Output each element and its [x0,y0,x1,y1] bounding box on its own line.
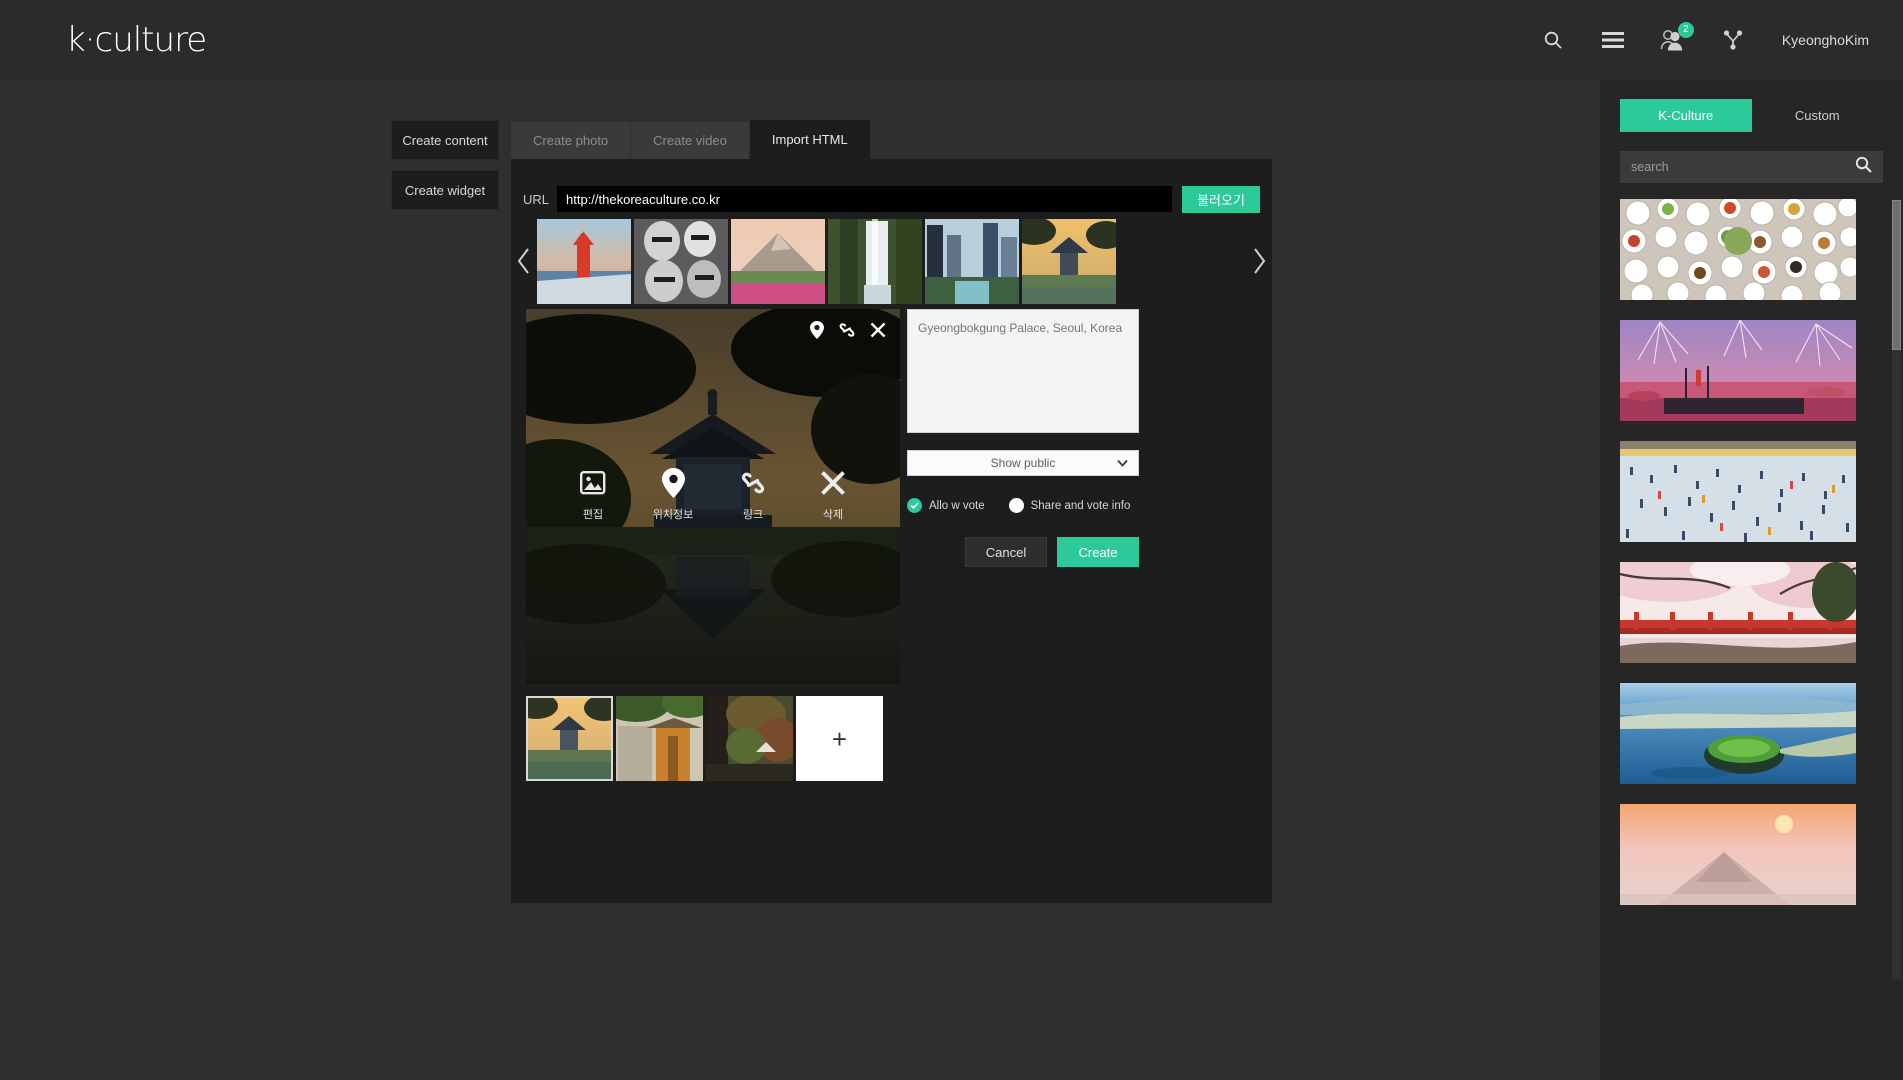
image-preview[interactable]: 편집 위치정보 링크 삭제 [526,309,900,684]
link-icon[interactable] [838,321,856,339]
side-button-column: Create content Create widget [391,120,499,220]
chevron-right-icon[interactable] [1246,215,1272,307]
notification-badge: 2 [1677,22,1694,38]
import-html-panel: URL 불러오기 [511,159,1272,903]
form-actions: Cancel Create [907,537,1139,567]
preview-tool-menu: 편집 위치정보 링크 삭제 [526,467,900,522]
url-row: URL 불러오기 [511,180,1272,218]
search-input[interactable] [1631,160,1855,174]
strip-thumbnail[interactable] [731,218,825,304]
share-and-vote-info-checkbox[interactable]: Share and vote info [1008,498,1131,513]
location-pin-icon [661,467,685,499]
preview-corner-actions [810,321,886,339]
menu-icon[interactable] [1598,25,1628,55]
gallery-item[interactable] [1620,320,1856,421]
strip-items [537,218,1246,304]
create-button[interactable]: Create [1057,537,1139,567]
tool-edit[interactable]: 편집 [567,467,619,522]
strip-thumbnail[interactable] [925,218,1019,304]
create-widget-button[interactable]: Create widget [391,170,499,210]
tab-create-photo[interactable]: Create photo [511,122,632,159]
allow-vote-checkbox[interactable]: Allo w vote [907,498,985,513]
tool-link[interactable]: 링크 [727,467,779,522]
chevron-down-icon [1117,456,1128,470]
gallery-item[interactable] [1620,199,1856,300]
gallery-item[interactable] [1620,441,1856,542]
share-network-icon[interactable] [1718,25,1748,55]
tool-location-label: 위치정보 [652,508,694,521]
chevron-left-icon[interactable] [511,215,537,307]
thumbnail-item[interactable] [706,696,793,781]
visibility-select[interactable]: Show public [907,450,1139,476]
checkbox-checked-icon [907,498,922,513]
image-edit-icon [580,467,606,499]
gallery-search[interactable] [1620,151,1883,183]
panel-tabs: Create photo Create video Import HTML [511,120,870,159]
strip-thumbnail[interactable] [828,218,922,304]
search-icon[interactable] [1538,25,1568,55]
cancel-button[interactable]: Cancel [965,537,1047,567]
tool-location[interactable]: 위치정보 [647,467,699,522]
vote-options: Allo w vote Share and vote info [907,498,1139,513]
url-input[interactable] [557,186,1172,212]
gallery-item[interactable] [1620,562,1856,663]
gallery-tabs: K-Culture Custom [1600,80,1903,132]
url-label: URL [523,191,550,207]
strip-thumbnail[interactable] [634,218,728,304]
app-header: k·culture 2 KyeonghoKim [0,0,1903,80]
share-and-vote-info-label: Share and vote info [1030,499,1131,512]
close-icon[interactable] [870,322,886,338]
visibility-selected-label: Show public [990,456,1056,470]
thumbnail-item[interactable] [616,696,703,781]
tool-link-label: 링크 [742,508,764,521]
strip-thumbnail[interactable] [1022,218,1116,304]
add-image-button[interactable]: + [796,696,883,781]
location-pin-icon[interactable] [810,321,824,339]
tool-delete-label: 삭제 [822,508,844,521]
allow-vote-label: Allo w vote [929,499,985,512]
tab-import-html[interactable]: Import HTML [749,120,870,159]
gallery-item[interactable] [1620,683,1856,784]
close-icon [820,467,846,499]
tab-create-video[interactable]: Create video [631,122,750,159]
app-logo[interactable]: k·culture [66,20,207,60]
strip-thumbnail[interactable] [537,218,631,304]
link-icon [739,467,767,499]
gallery-scrollbar[interactable] [1892,200,1901,980]
content-form: Show public Allo w vote Share and vote i… [907,309,1139,567]
gallery-item[interactable] [1620,804,1856,905]
tab-custom[interactable]: Custom [1752,99,1884,132]
tool-edit-label: 편집 [582,508,604,521]
friends-icon[interactable]: 2 [1658,22,1694,55]
gallery-panel: K-Culture Custom [1600,80,1903,1080]
imported-image-strip [511,215,1272,307]
username-label[interactable]: KyeonghoKim [1782,32,1869,48]
tool-delete[interactable]: 삭제 [807,467,859,522]
thumbnail-item[interactable] [526,696,613,781]
scrollbar-thumb[interactable] [1892,200,1901,350]
search-icon[interactable] [1855,156,1872,178]
header-actions: 2 KyeonghoKim [1538,22,1869,55]
load-url-button[interactable]: 불러오기 [1182,185,1260,213]
gallery-list [1620,199,1883,905]
tab-k-culture[interactable]: K-Culture [1620,99,1752,132]
checkbox-unchecked-icon [1008,498,1024,513]
selected-image-thumbnails: + [526,696,883,781]
description-textarea[interactable] [907,309,1139,433]
create-content-button[interactable]: Create content [391,120,499,160]
